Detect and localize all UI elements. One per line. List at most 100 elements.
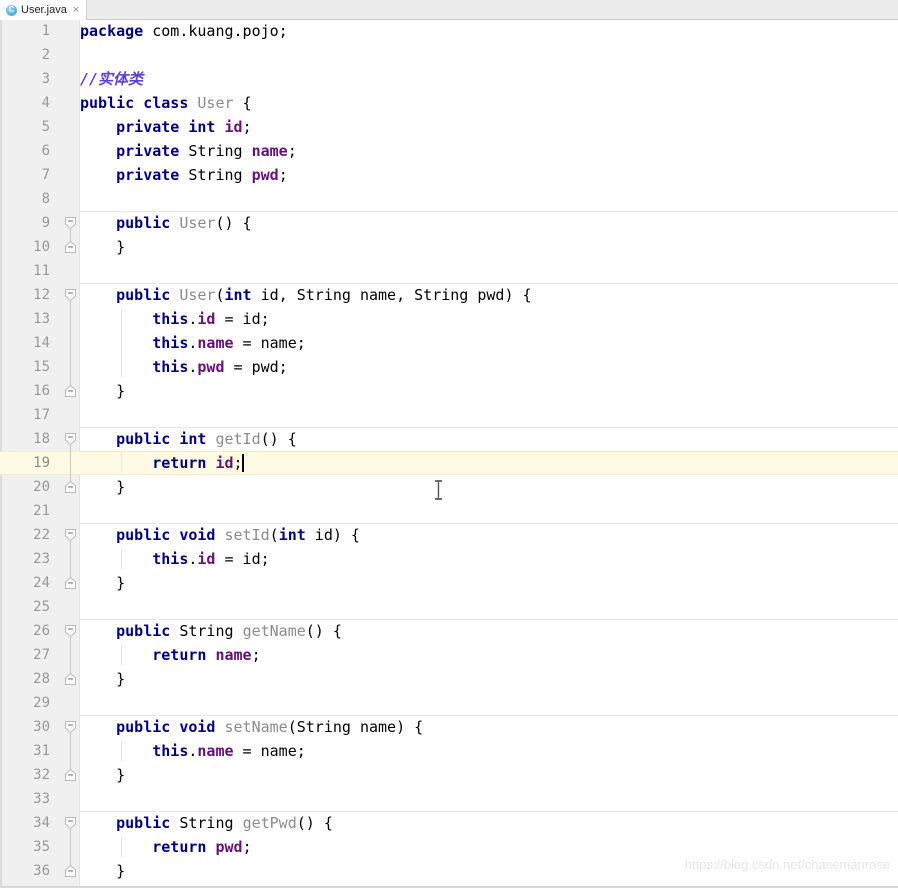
code-line-18[interactable]: 18 public int getId() { <box>0 427 898 451</box>
text-caret <box>242 454 245 472</box>
code-line-29[interactable]: 29 <box>0 691 898 715</box>
code-line-9[interactable]: 9 public User() { <box>0 211 898 235</box>
line-number: 5 <box>41 119 50 135</box>
line-number: 20 <box>33 479 50 495</box>
code-line-20[interactable]: 20 } <box>0 475 898 499</box>
code-text: package com.kuang.pojo; <box>80 22 288 40</box>
line-number: 14 <box>33 335 50 351</box>
code-line-23[interactable]: 23 this.id = id; <box>0 547 898 571</box>
line-number: 31 <box>33 743 50 759</box>
code-text: this.id = id; <box>152 550 270 568</box>
code-line-32[interactable]: 32 } <box>0 763 898 787</box>
fold-region-spine <box>70 540 71 577</box>
code-line-3[interactable]: 3 //实体类 <box>0 67 898 91</box>
fold-end-icon[interactable] <box>64 672 77 686</box>
code-line-22[interactable]: 22 public void setId(int id) { <box>0 523 898 547</box>
code-line-19[interactable]: 19 return id; <box>0 451 898 475</box>
line-number: 30 <box>33 719 50 735</box>
code-text: } <box>80 862 126 880</box>
line-number: 22 <box>33 527 50 543</box>
line-number: 36 <box>33 863 50 879</box>
code-line-8[interactable]: 8 <box>0 187 898 211</box>
code-text: public class User { <box>80 94 252 112</box>
code-text: //实体类 <box>80 70 144 88</box>
code-line-30[interactable]: 30 public void setName(String name) { <box>0 715 898 739</box>
code-line-31[interactable]: 31 this.name = name; <box>0 739 898 763</box>
line-number: 35 <box>33 839 50 855</box>
fold-region-spine <box>70 444 71 481</box>
editor-tab-bar: C User.java × <box>0 0 898 20</box>
code-line-34[interactable]: 34 public String getPwd() { <box>0 811 898 835</box>
code-line-14[interactable]: 14 this.name = name; <box>0 331 898 355</box>
code-editor[interactable]: 1 package com.kuang.pojo; 2 3 //实体类 4 public c… <box>0 20 898 888</box>
ide-window: C User.java × 1 package com.kuang.pojo; 2 3… <box>0 0 898 889</box>
line-number: 3 <box>41 71 50 87</box>
line-number: 4 <box>41 95 50 111</box>
code-line-1[interactable]: 1 package com.kuang.pojo; <box>0 20 898 43</box>
code-text: } <box>80 670 126 688</box>
indent-guide <box>121 309 123 377</box>
code-line-15[interactable]: 15 this.pwd = pwd; <box>0 355 898 379</box>
code-text: private int id; <box>116 118 252 136</box>
line-number: 27 <box>33 647 50 663</box>
code-text: } <box>80 766 126 784</box>
line-number: 33 <box>33 791 50 807</box>
indent-guide <box>121 837 123 857</box>
line-number: 24 <box>33 575 50 591</box>
line-number: 16 <box>33 383 50 399</box>
fold-end-icon[interactable] <box>64 576 77 590</box>
code-line-10[interactable]: 10 } <box>0 235 898 259</box>
line-number: 1 <box>41 23 50 39</box>
line-number: 8 <box>41 191 50 207</box>
code-line-11[interactable]: 11 <box>0 259 898 283</box>
editor-tab-user-java[interactable]: C User.java × <box>0 0 88 20</box>
code-line-24[interactable]: 24 } <box>0 571 898 595</box>
fold-end-icon[interactable] <box>64 384 77 398</box>
code-line-6[interactable]: 6 private String name; <box>0 139 898 163</box>
indent-guide <box>121 645 123 665</box>
code-text: public String getPwd() { <box>116 814 333 832</box>
line-number: 13 <box>33 311 50 327</box>
code-text: return name; <box>152 646 261 664</box>
fold-region-spine <box>70 300 71 385</box>
code-text: } <box>80 574 126 592</box>
line-number: 29 <box>33 695 50 711</box>
fold-end-icon[interactable] <box>64 480 77 494</box>
code-line-26[interactable]: 26 public String getName() { <box>0 619 898 643</box>
close-icon[interactable]: × <box>73 4 79 16</box>
editor-tab-label: User.java <box>21 4 67 16</box>
code-line-17[interactable]: 17 <box>0 403 898 427</box>
code-line-7[interactable]: 7 private String pwd; <box>0 163 898 187</box>
code-line-27[interactable]: 27 return name; <box>0 643 898 667</box>
fold-end-icon[interactable] <box>64 864 77 878</box>
code-line-35[interactable]: 35 return pwd; <box>0 835 898 859</box>
code-text: public void setName(String name) { <box>116 718 424 736</box>
code-line-28[interactable]: 28 } <box>0 667 898 691</box>
code-text: public User(int id, String name, String … <box>116 286 532 304</box>
line-number: 34 <box>33 815 50 831</box>
code-text: public int getId() { <box>116 430 297 448</box>
code-text: return pwd; <box>152 838 252 856</box>
code-text: } <box>80 478 126 496</box>
line-number: 11 <box>33 263 50 279</box>
code-line-12[interactable]: 12 public User(int id, String name, Stri… <box>0 283 898 307</box>
code-line-33[interactable]: 33 <box>0 787 898 811</box>
code-text: public String getName() { <box>116 622 342 640</box>
line-number: 19 <box>33 455 50 471</box>
fold-region-spine <box>70 732 71 769</box>
code-text: this.id = id; <box>152 310 270 328</box>
code-line-5[interactable]: 5 private int id; <box>0 115 898 139</box>
line-number: 10 <box>33 239 50 255</box>
fold-end-icon[interactable] <box>64 240 77 254</box>
code-line-25[interactable]: 25 <box>0 595 898 619</box>
code-line-4[interactable]: 4 public class User { <box>0 91 898 115</box>
code-line-16[interactable]: 16 } <box>0 379 898 403</box>
code-line-13[interactable]: 13 this.id = id; <box>0 307 898 331</box>
line-number: 32 <box>33 767 50 783</box>
line-number: 21 <box>33 503 50 519</box>
code-line-21[interactable]: 21 <box>0 499 898 523</box>
editor-bottom-border <box>0 886 898 888</box>
code-text: public User() { <box>116 214 252 232</box>
code-line-2[interactable]: 2 <box>0 43 898 67</box>
fold-end-icon[interactable] <box>64 768 77 782</box>
